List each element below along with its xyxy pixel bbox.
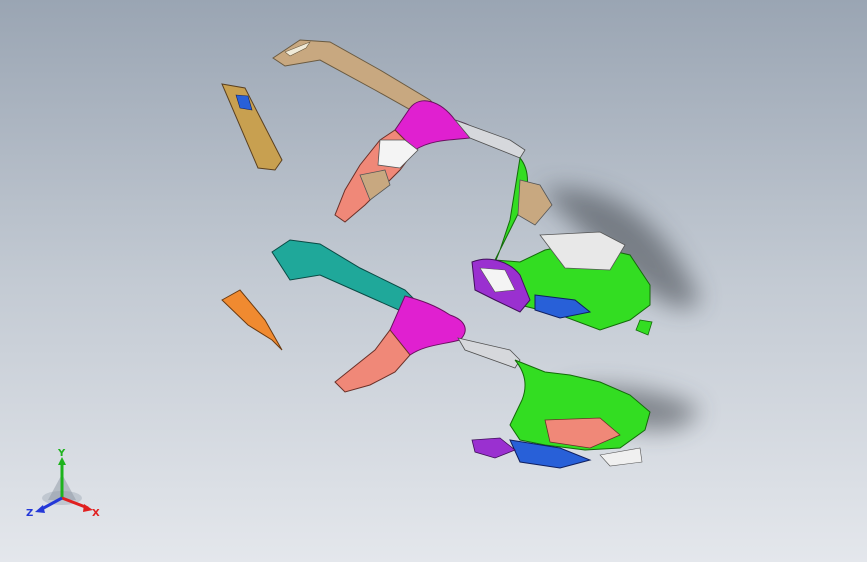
lower-a-pillar-trim[interactable] [221, 289, 283, 351]
car-body-side-panel-assembly[interactable] [0, 0, 867, 562]
lower-front-rail [271, 239, 421, 316]
upper-a-pillar-trim[interactable] [221, 83, 283, 171]
triad-y-label: Y [57, 448, 66, 459]
triad-z-label: Z [26, 508, 33, 519]
cad-graphics-viewport[interactable]: Y X Z [0, 0, 867, 562]
upper-side-panel[interactable] [272, 39, 653, 336]
triad-x-label: X [92, 508, 100, 519]
reference-triad[interactable]: Y X Z [26, 448, 106, 523]
